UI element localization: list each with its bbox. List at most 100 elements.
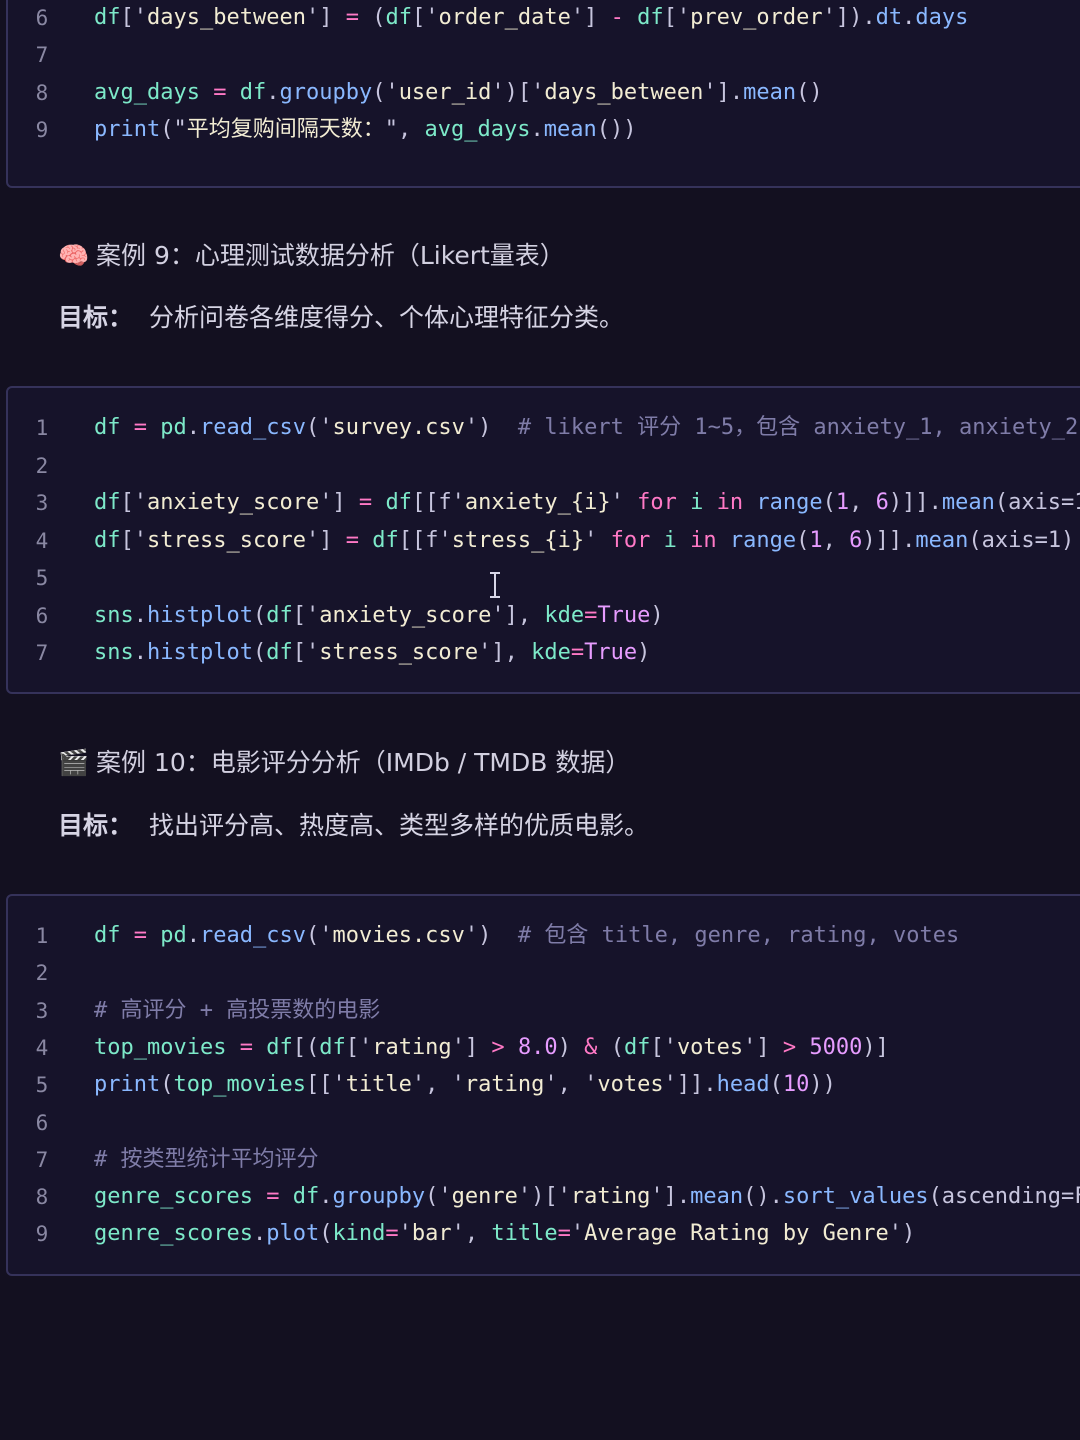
- code-token: [': [411, 4, 439, 30]
- code-token: ']: [319, 490, 346, 515]
- code-token: # 高评分 + 高投票数的电影: [94, 997, 381, 1023]
- code-token: prev_order: [690, 4, 823, 30]
- line-number: 4: [35, 1035, 49, 1060]
- code-token: kde: [544, 602, 585, 628]
- code-token: .: [902, 4, 916, 30]
- code-text: sns.histplot(df['stress_score'], kde=Tru…: [94, 635, 650, 671]
- code-token: ',: [451, 1221, 492, 1247]
- code-token: # 按类型统计平均评分: [94, 1146, 319, 1172]
- line-number: 4: [35, 528, 49, 553]
- code-token: (': [425, 1184, 452, 1210]
- code-token: ): [637, 640, 651, 665]
- code-token: '): [464, 415, 518, 440]
- code-token: days: [915, 4, 969, 30]
- code-token: order_date: [438, 4, 571, 30]
- code-token: df: [385, 490, 412, 515]
- code-token: [[f': [398, 527, 452, 553]
- line-number: 3: [35, 491, 49, 515]
- code-token: (: [372, 4, 386, 30]
- code-block-case10[interactable]: 1 df = pd.read_csv('movies.csv') # 包含 tit…: [6, 894, 1080, 1276]
- code-token: df: [266, 1034, 293, 1060]
- code-token: .: [133, 640, 147, 665]
- code-token: plot: [266, 1221, 320, 1247]
- code-token: [': [345, 1034, 373, 1060]
- code-token: survey.csv: [332, 415, 465, 440]
- code-token: in: [716, 490, 744, 515]
- code-block-case9[interactable]: 1 df = pd.read_csv('survey.csv') # likert…: [6, 386, 1080, 694]
- code-token: (axis=1): [968, 527, 1075, 553]
- code-token: range: [716, 527, 797, 553]
- code-token: mean: [690, 1184, 744, 1210]
- code-token: [': [650, 1034, 677, 1060]
- code-token: 10: [782, 1072, 810, 1098]
- code-token: anxiety_score: [147, 490, 320, 515]
- code-token: title: [345, 1072, 412, 1098]
- code-token: df: [385, 4, 412, 30]
- code-text: genre_scores.plot(kind='bar', title='Ave…: [94, 1216, 915, 1252]
- code-token: histplot: [147, 602, 253, 628]
- clapperboard-icon: 🎬: [58, 748, 90, 777]
- code-token: .: [252, 1221, 267, 1247]
- line-number: 2: [35, 961, 49, 986]
- code-token: rating: [464, 1072, 545, 1098]
- code-token: 6: [875, 490, 889, 515]
- code-text: print("平均复购间隔天数：", avg_days.mean()): [94, 112, 636, 148]
- code-token: 6: [849, 527, 863, 553]
- code-token: ): [557, 1034, 571, 1060]
- code-token: (axis=1): [994, 490, 1080, 515]
- code-token: .: [186, 923, 200, 948]
- code-token: (': [372, 79, 399, 105]
- code-token: df: [94, 923, 121, 948]
- code-token: (: [319, 1221, 333, 1247]
- code-token: [[f': [411, 490, 465, 515]
- line-number: 6: [35, 1110, 49, 1135]
- line-number: 7: [35, 1147, 49, 1172]
- code-token: ', ': [544, 1072, 598, 1098]
- line-number: 7: [35, 43, 49, 67]
- code-token: True: [597, 602, 651, 628]
- code-token: ']: [570, 4, 598, 30]
- code-token: ']).: [822, 4, 876, 30]
- code-token: =: [120, 415, 161, 440]
- code-token: 1: [835, 490, 850, 515]
- code-token: bar: [411, 1221, 452, 1247]
- code-token: genre_scores: [94, 1221, 253, 1247]
- line-number: 5: [35, 1073, 49, 1098]
- code-token: df: [94, 415, 121, 440]
- code-token: sort_values: [782, 1184, 929, 1210]
- code-token: 8.0: [517, 1034, 558, 1060]
- code-token: kde: [531, 640, 571, 665]
- code-token: &: [570, 1034, 611, 1060]
- code-token: groupby: [279, 79, 373, 105]
- code-token: df: [292, 1184, 320, 1210]
- code-token: (: [610, 1034, 624, 1060]
- code-token: avg_days: [94, 79, 200, 105]
- code-token: pd: [160, 415, 187, 440]
- code-token: ': [398, 1221, 412, 1247]
- code-token: [': [663, 4, 691, 30]
- code-token: ']: [305, 4, 333, 30]
- line-number: 2: [35, 453, 49, 478]
- code-token: votes: [597, 1072, 664, 1098]
- code-token: head: [716, 1072, 770, 1098]
- code-token: df: [319, 1034, 346, 1060]
- code-token: pd: [160, 923, 187, 948]
- code-token: sns: [94, 602, 134, 628]
- brain-icon: 🧠: [58, 241, 90, 270]
- code-token: >: [478, 1034, 518, 1060]
- code-token: .: [319, 1184, 333, 1210]
- code-token: df: [372, 527, 399, 553]
- code-token: mean: [743, 79, 797, 105]
- code-token: [': [292, 602, 320, 628]
- code-token: -: [597, 4, 638, 30]
- code-token: [(: [292, 1034, 320, 1060]
- code-token: anxiety_{i}: [464, 490, 611, 515]
- code-token: ')[': [491, 79, 545, 105]
- code-token: '): [464, 923, 518, 948]
- code-token: print: [94, 117, 161, 142]
- code-token: .: [266, 79, 280, 105]
- code-token: ': [610, 490, 638, 515]
- code-text: sns.histplot(df['anxiety_score'], kde=Tr…: [94, 598, 664, 634]
- code-token: read_csv: [200, 923, 306, 948]
- code-token: user_id: [398, 79, 492, 105]
